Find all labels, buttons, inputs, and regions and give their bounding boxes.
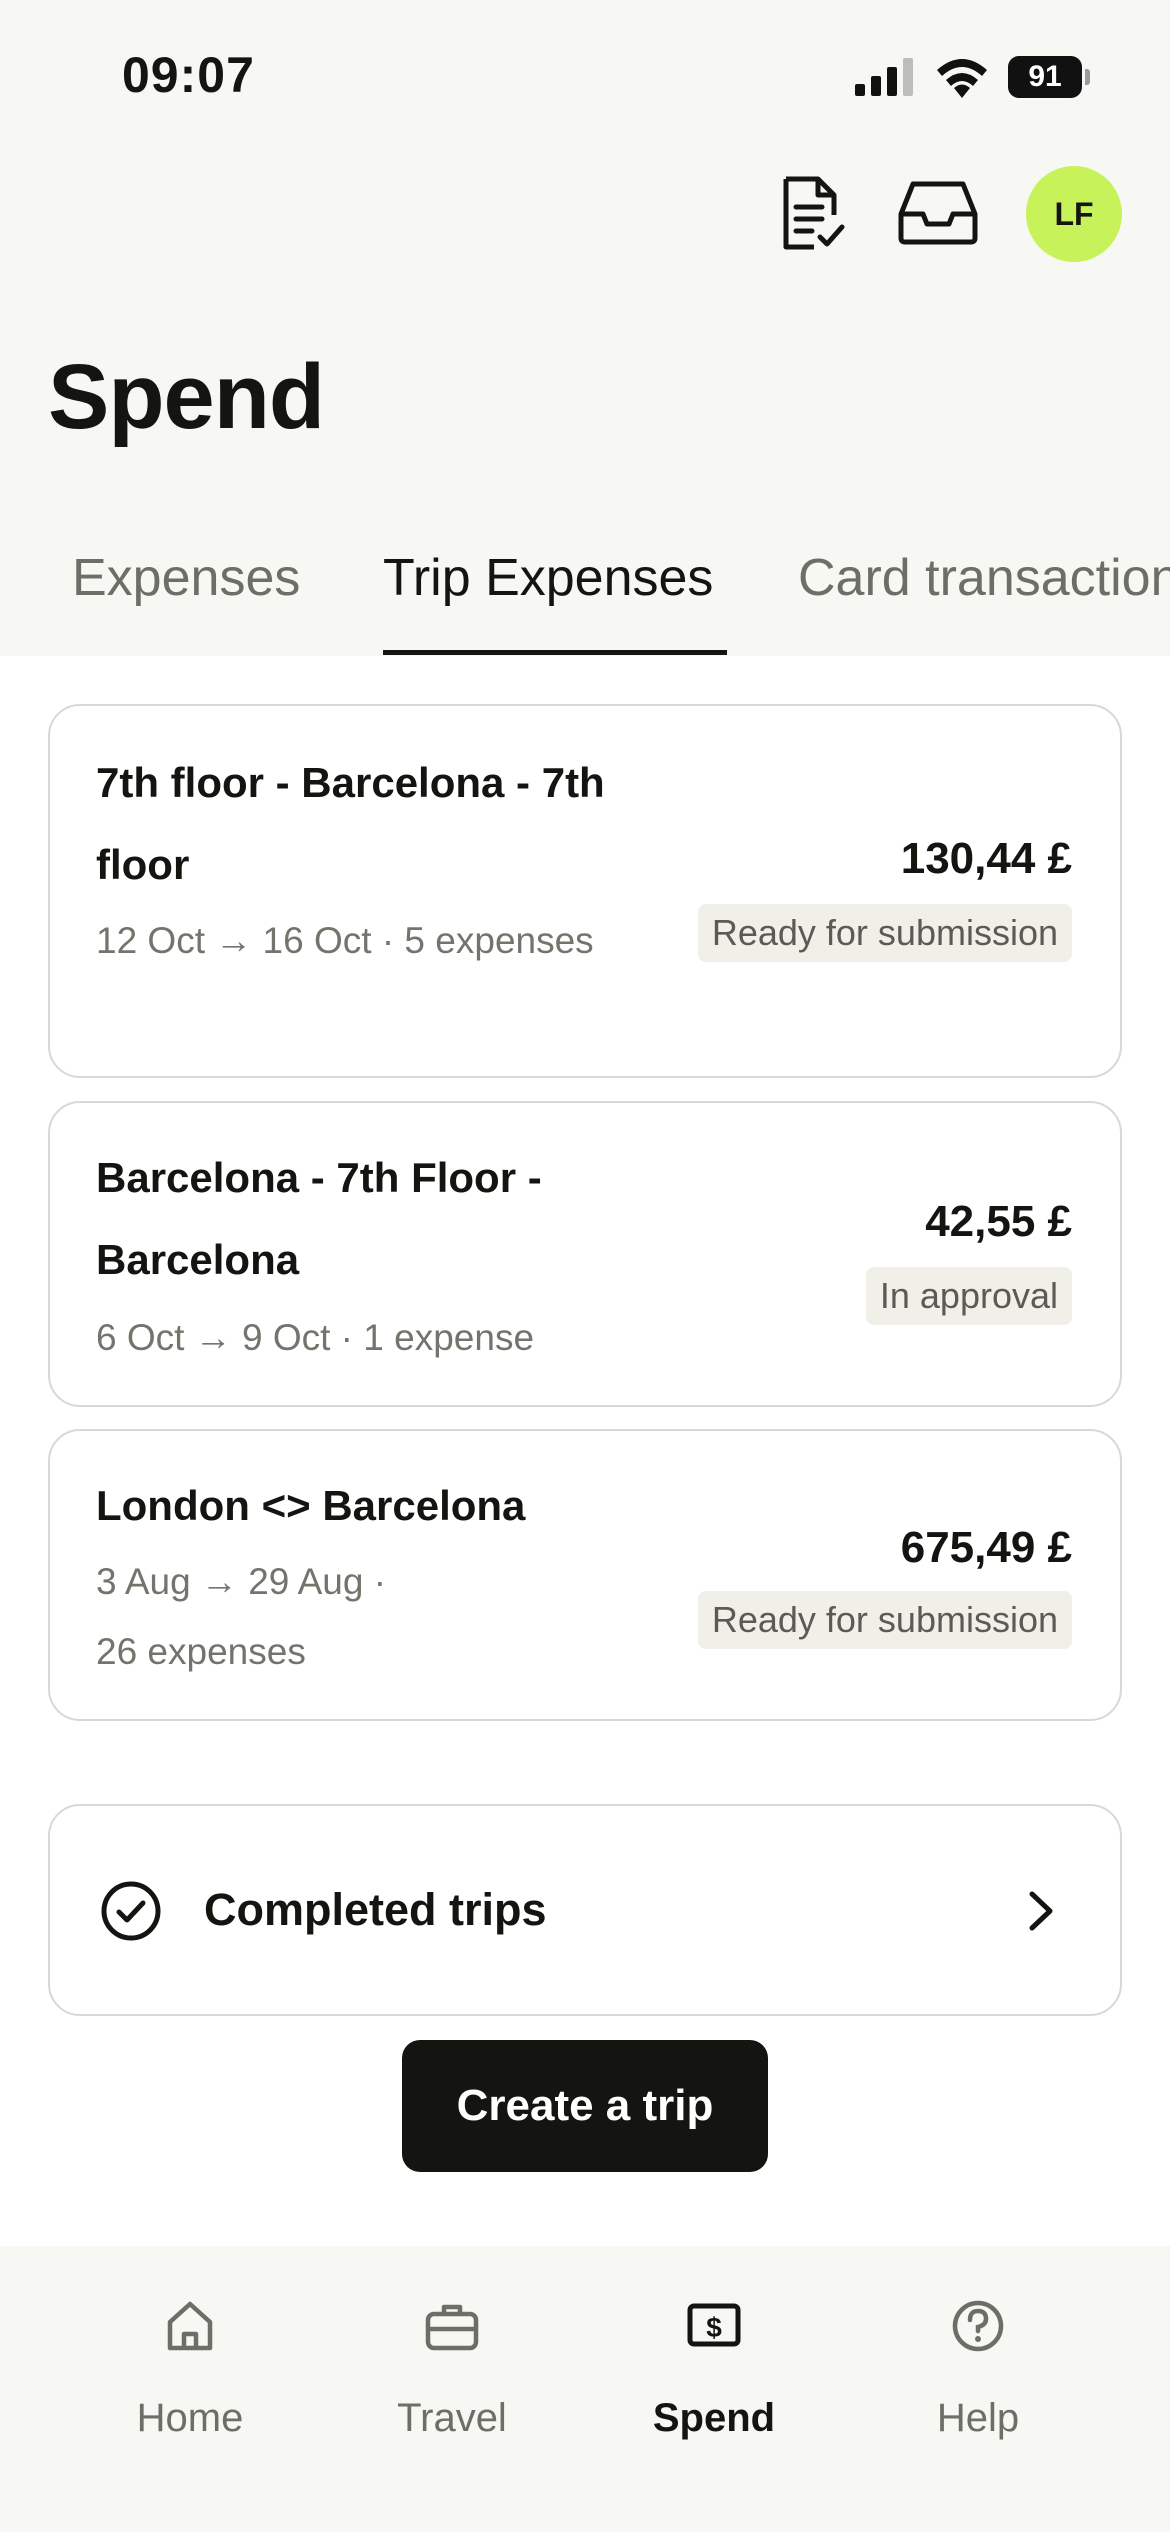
signal-icon bbox=[855, 58, 913, 96]
tab-trip-expenses[interactable]: Trip Expenses bbox=[383, 548, 713, 608]
trip-amount: 130,44 £ bbox=[900, 834, 1072, 883]
nav-label: Help bbox=[936, 2396, 1020, 2440]
completed-trips-row[interactable]: Completed trips bbox=[48, 1804, 1122, 2016]
tab-expenses[interactable]: Expenses bbox=[72, 548, 300, 608]
inbox-button[interactable] bbox=[893, 168, 983, 258]
check-circle-icon bbox=[101, 1881, 161, 1941]
battery-level: 91 bbox=[1008, 56, 1082, 98]
status-time: 09:07 bbox=[122, 47, 255, 103]
status-badge: In approval bbox=[865, 1267, 1072, 1325]
inbox-icon bbox=[898, 181, 978, 245]
document-check-icon bbox=[783, 176, 845, 250]
trip-name: Barcelona - 7th Floor - Barcelona bbox=[96, 1154, 542, 1283]
receipts-button[interactable] bbox=[768, 168, 858, 258]
completed-trips-label: Completed trips bbox=[204, 1884, 547, 1935]
status-bar: 09:07 91 bbox=[0, 0, 1170, 150]
nav-label: Home bbox=[136, 2396, 244, 2440]
trip-amount: 675,49 £ bbox=[900, 1523, 1072, 1572]
tab-bar: Expenses Trip Expenses Card transactions bbox=[0, 540, 1170, 656]
trip-meta: 3 Aug → 29 Aug · 26 expenses bbox=[96, 1561, 387, 1672]
nav-home[interactable]: Home bbox=[90, 2296, 290, 2441]
home-icon bbox=[167, 2301, 213, 2351]
trip-card[interactable]: London <> Barcelona 3 Aug → 29 Aug · 26 … bbox=[48, 1429, 1122, 1721]
trip-card[interactable]: Barcelona - 7th Floor - Barcelona 6 Oct … bbox=[48, 1101, 1122, 1407]
tab-card-transactions[interactable]: Card transactions bbox=[798, 548, 1170, 608]
status-badge: Ready for submission bbox=[697, 904, 1072, 962]
nav-travel[interactable]: Travel bbox=[352, 2296, 552, 2441]
trip-meta: 6 Oct → 9 Oct · 1 expense bbox=[96, 1317, 535, 1358]
trip-amount: 42,55 £ bbox=[925, 1197, 1072, 1246]
active-tab-indicator bbox=[383, 650, 727, 655]
battery-tip bbox=[1085, 69, 1090, 85]
page-title: Spend bbox=[48, 346, 325, 448]
wifi-icon bbox=[937, 59, 987, 98]
trip-meta: 12 Oct → 16 Oct · 5 expenses bbox=[96, 920, 594, 961]
trip-name: 7th floor - Barcelona - 7th floor bbox=[96, 759, 605, 888]
nav-spend[interactable]: $ Spend bbox=[614, 2296, 814, 2441]
battery-indicator: 91 bbox=[1008, 56, 1090, 98]
status-badge: Ready for submission bbox=[697, 1591, 1072, 1649]
header-actions: LF bbox=[0, 160, 1170, 270]
dollar-icon: $ bbox=[687, 2303, 741, 2347]
nav-label: Travel bbox=[397, 2396, 507, 2440]
bottom-nav: Home Travel $ Spend Help bbox=[0, 2246, 1170, 2532]
help-icon bbox=[952, 2300, 1004, 2352]
nav-help[interactable]: Help bbox=[878, 2296, 1078, 2441]
trip-name: London <> Barcelona bbox=[96, 1482, 526, 1529]
trip-card[interactable]: 7th floor - Barcelona - 7th floor 12 Oct… bbox=[48, 704, 1122, 1078]
avatar[interactable]: LF bbox=[1026, 166, 1122, 262]
create-trip-button[interactable]: Create a trip bbox=[402, 2040, 768, 2172]
chevron-right-icon bbox=[1029, 1891, 1053, 1931]
svg-text:$: $ bbox=[706, 2312, 722, 2343]
briefcase-icon bbox=[425, 2304, 479, 2351]
nav-label: Spend bbox=[652, 2396, 776, 2440]
